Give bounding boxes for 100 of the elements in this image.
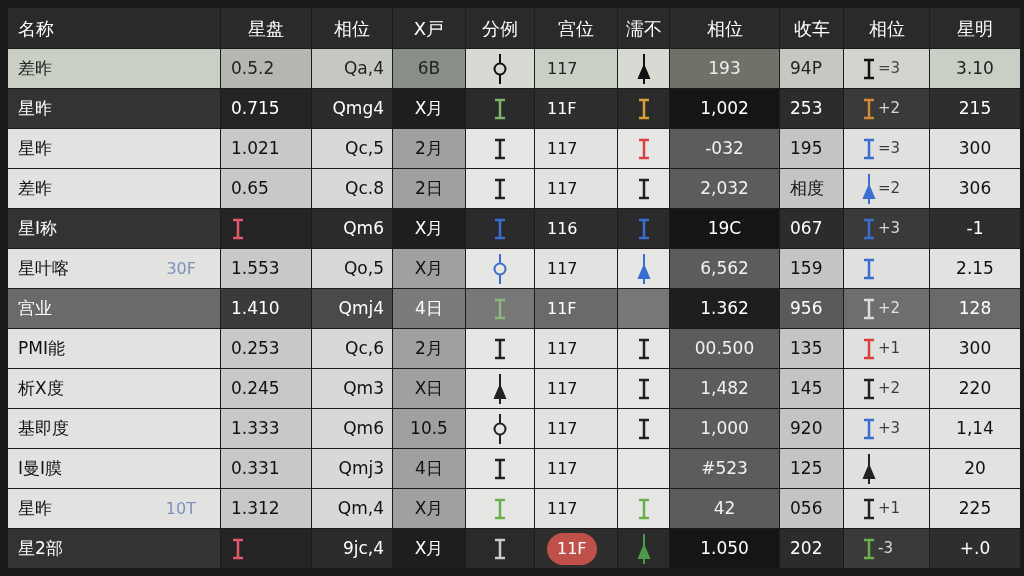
column-header[interactable]: 宫位	[535, 8, 617, 48]
table-cell: Qmg4	[312, 89, 392, 128]
table-cell: +.0	[930, 529, 1020, 568]
table-cell: 220	[930, 369, 1020, 408]
house-value: 117	[547, 337, 578, 360]
table-cell: X日	[393, 369, 465, 408]
table-cell: 306	[930, 169, 1020, 208]
row-name: 基即度	[18, 416, 69, 440]
table-cell: Qm6	[312, 209, 392, 248]
aspect-value: =2	[878, 178, 901, 200]
row-name: 星昨	[18, 136, 52, 160]
table-cell: 193	[670, 49, 779, 88]
row-name: 差昨	[18, 56, 52, 80]
table-cell: 1.050	[670, 529, 779, 568]
table-cell: Qm6	[312, 409, 392, 448]
table-cell: 0.245	[221, 369, 311, 408]
house-value: 117	[547, 497, 578, 520]
faint-note: 30F	[166, 257, 197, 280]
table-cell: 0.715	[221, 89, 311, 128]
table-cell: 0.253	[221, 329, 311, 368]
table-cell: X月	[393, 249, 465, 288]
column-header[interactable]: 名称	[8, 8, 220, 48]
marker-cell	[618, 289, 669, 328]
column-header[interactable]: 相位	[670, 8, 779, 48]
column-header[interactable]: 分例	[466, 8, 534, 48]
column-header[interactable]: 相位	[844, 8, 929, 48]
table-cell: 1,482	[670, 369, 779, 408]
row-name: 星昨	[18, 96, 52, 120]
column-header[interactable]: 星盘	[221, 8, 311, 48]
table-cell: 20	[930, 449, 1020, 488]
table-cell: 225	[930, 489, 1020, 528]
faint-note: 10T	[165, 497, 197, 520]
table-cell: 1.333	[221, 409, 311, 448]
table-cell: 128	[930, 289, 1020, 328]
table-cell: 10.5	[393, 409, 465, 448]
table-cell: 056	[780, 489, 843, 528]
table-cell: -1	[930, 209, 1020, 248]
table-cell: 145	[780, 369, 843, 408]
table-cell: 0.331	[221, 449, 311, 488]
row-name: 星叶喀	[18, 256, 69, 280]
table-cell: Qa,4	[312, 49, 392, 88]
table-cell: 125	[780, 449, 843, 488]
table-cell: 1.553	[221, 249, 311, 288]
table-cell: 2月	[393, 329, 465, 368]
table-cell: 135	[780, 329, 843, 368]
aspect-value: +1	[878, 498, 901, 520]
table-cell: 6B	[393, 49, 465, 88]
house-value: 117	[547, 377, 578, 400]
table-cell: Qmj3	[312, 449, 392, 488]
table-cell: 300	[930, 329, 1020, 368]
table-cell: 1,000	[670, 409, 779, 448]
table-cell: Qo,5	[312, 249, 392, 288]
column-header[interactable]: 濡不	[618, 8, 669, 48]
house-value: 117	[547, 177, 578, 200]
table-cell: 956	[780, 289, 843, 328]
house-value: 11F	[547, 297, 577, 320]
row-name: I曼I膜	[18, 456, 63, 480]
house-value: 117	[547, 137, 578, 160]
aspect-value: +3	[878, 218, 901, 240]
table-cell: 1,14	[930, 409, 1020, 448]
table-cell: 94P	[780, 49, 843, 88]
table-cell: Qm,4	[312, 489, 392, 528]
aspect-value: +3	[878, 418, 901, 440]
table-cell: 00.500	[670, 329, 779, 368]
house-value: 117	[547, 257, 578, 280]
table-cell: 920	[780, 409, 843, 448]
table-cell: 1.312	[221, 489, 311, 528]
row-name: 宫业	[18, 296, 52, 320]
row-name: PMI能	[18, 336, 65, 360]
table-cell: 2,032	[670, 169, 779, 208]
table-cell: 9jc,4	[312, 529, 392, 568]
row-name: 星I称	[18, 216, 57, 240]
column-header[interactable]: 星明	[930, 8, 1020, 48]
table-cell: 215	[930, 89, 1020, 128]
table-cell: Qm3	[312, 369, 392, 408]
table-cell: 159	[780, 249, 843, 288]
table-cell: 3.10	[930, 49, 1020, 88]
table-cell: 253	[780, 89, 843, 128]
house-value: 116	[547, 217, 578, 240]
table-cell: 0.65	[221, 169, 311, 208]
table-cell: X月	[393, 489, 465, 528]
table-cell: 1.021	[221, 129, 311, 168]
column-header[interactable]: 收车	[780, 8, 843, 48]
table-cell: 2日	[393, 169, 465, 208]
aspect-value: +2	[878, 98, 901, 120]
column-header[interactable]: 相位	[312, 8, 392, 48]
table-cell: 4日	[393, 449, 465, 488]
table-cell: 4日	[393, 289, 465, 328]
aspect-value: +2	[878, 378, 901, 400]
table-cell: Qc.8	[312, 169, 392, 208]
row-name: 析X度	[18, 376, 64, 400]
aspect-value: +1	[878, 338, 901, 360]
table-cell: -032	[670, 129, 779, 168]
house-value: 11F	[547, 97, 577, 120]
house-value: 117	[547, 457, 578, 480]
column-header[interactable]: X戸	[393, 8, 465, 48]
table-cell: 19C	[670, 209, 779, 248]
aspect-value: =3	[878, 138, 901, 160]
table-cell: 42	[670, 489, 779, 528]
table-cell: 0.5.2	[221, 49, 311, 88]
